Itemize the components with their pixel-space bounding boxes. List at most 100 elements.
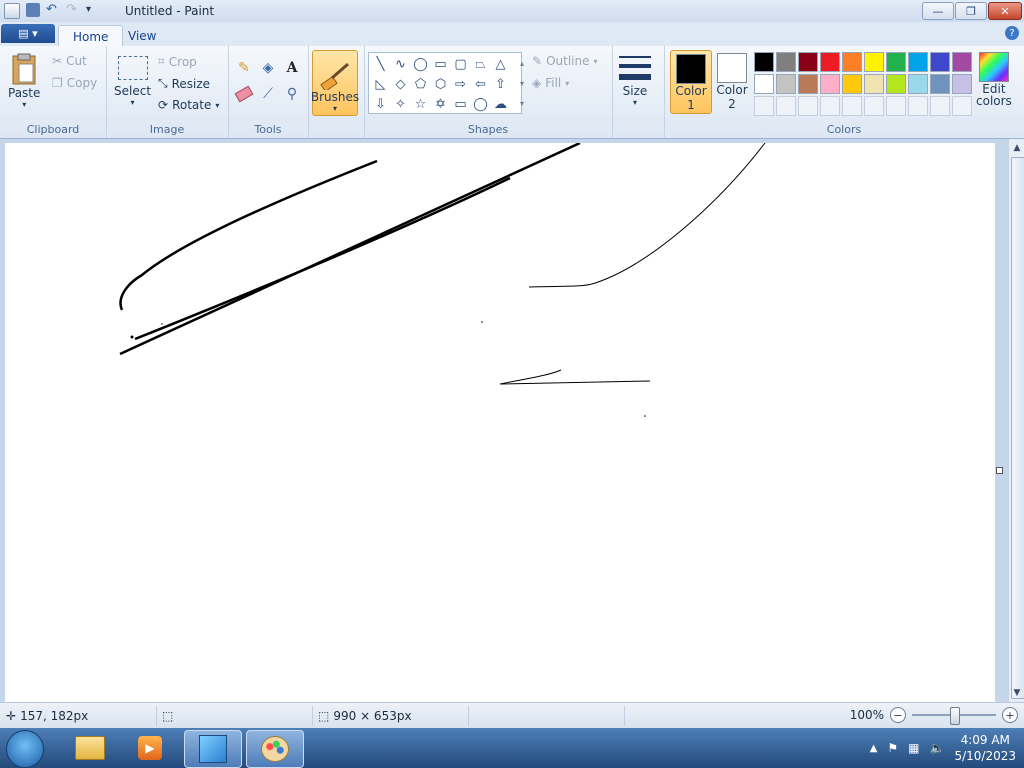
text-tool-icon[interactable]: A bbox=[282, 58, 302, 78]
palette-color-swatch[interactable] bbox=[908, 74, 928, 94]
scroll-down-icon[interactable]: ▼ bbox=[1012, 688, 1022, 698]
redo-icon[interactable]: ↷ bbox=[66, 3, 80, 17]
vertical-scrollbar[interactable]: ▲ ▼ bbox=[1008, 139, 1024, 702]
copy-button[interactable]: ❐ Copy bbox=[52, 76, 97, 90]
color2-button[interactable]: Color 2 bbox=[712, 50, 752, 112]
action-center-flag-icon[interactable]: ⚑ bbox=[887, 741, 898, 755]
palette-color-swatch[interactable] bbox=[930, 52, 950, 72]
custom-color-slot[interactable] bbox=[820, 96, 840, 116]
zoom-slider-thumb[interactable] bbox=[950, 707, 960, 725]
palette-color-swatch[interactable] bbox=[776, 52, 796, 72]
palette-color-swatch[interactable] bbox=[842, 74, 862, 94]
media-player-taskbar-button[interactable]: ▶ bbox=[122, 730, 178, 766]
fill-bucket-icon[interactable]: ◈ bbox=[258, 58, 278, 78]
palette-color-swatch[interactable] bbox=[842, 52, 862, 72]
undo-icon[interactable]: ↶ bbox=[46, 3, 60, 17]
color-picker-icon[interactable]: ⟋ bbox=[258, 84, 278, 104]
custom-color-slot[interactable] bbox=[842, 96, 862, 116]
zoom-out-button[interactable]: − bbox=[890, 707, 906, 723]
polygon-shape-icon[interactable]: ⏢ bbox=[471, 55, 490, 73]
five-point-star-shape-icon[interactable]: ☆ bbox=[411, 95, 430, 113]
triangle-shape-icon[interactable]: △ bbox=[491, 55, 510, 73]
custom-color-slot[interactable] bbox=[930, 96, 950, 116]
eraser-icon[interactable] bbox=[234, 84, 254, 104]
scroll-thumb[interactable] bbox=[1011, 157, 1024, 699]
paste-button[interactable]: Paste ▾ bbox=[8, 52, 40, 109]
network-app-taskbar-button[interactable] bbox=[184, 730, 242, 768]
custom-color-slot[interactable] bbox=[776, 96, 796, 116]
pencil-icon[interactable]: ✎ bbox=[234, 58, 254, 78]
custom-color-slot[interactable] bbox=[864, 96, 884, 116]
resize-button[interactable]: ⤡ Resize bbox=[158, 76, 210, 91]
outline-button[interactable]: ✎ Outline ▾ bbox=[532, 54, 598, 68]
cloud-callout-shape-icon[interactable]: ☁ bbox=[491, 95, 510, 113]
volume-icon[interactable]: 🔈 bbox=[930, 741, 945, 755]
palette-color-swatch[interactable] bbox=[798, 52, 818, 72]
select-button[interactable]: Select ▾ bbox=[114, 56, 151, 107]
diamond-shape-icon[interactable]: ◇ bbox=[391, 75, 410, 93]
up-arrow-shape-icon[interactable]: ⇧ bbox=[491, 75, 510, 93]
edit-colors-button[interactable]: Edit colors bbox=[976, 52, 1012, 108]
oval-shape-icon[interactable]: ◯ bbox=[411, 55, 430, 73]
palette-color-swatch[interactable] bbox=[908, 52, 928, 72]
size-button[interactable]: Size ▾ bbox=[618, 52, 652, 107]
close-button[interactable]: ✕ bbox=[988, 2, 1022, 20]
scroll-up-icon[interactable]: ▲ bbox=[1012, 143, 1022, 153]
palette-color-swatch[interactable] bbox=[820, 74, 840, 94]
palette-color-swatch[interactable] bbox=[952, 52, 972, 72]
shapes-scroll-icon[interactable]: ▴ ▾ ▾ bbox=[520, 54, 524, 114]
cut-button[interactable]: ✂ Cut bbox=[52, 54, 87, 68]
four-point-star-shape-icon[interactable]: ✧ bbox=[391, 95, 410, 113]
custom-color-slot[interactable] bbox=[908, 96, 928, 116]
customize-qat-icon[interactable]: ▾ bbox=[86, 3, 100, 17]
drawing-canvas[interactable] bbox=[5, 141, 1003, 702]
palette-color-swatch[interactable] bbox=[930, 74, 950, 94]
palette-color-swatch[interactable] bbox=[776, 74, 796, 94]
line-shape-icon[interactable]: ╲ bbox=[371, 55, 390, 73]
minimize-button[interactable]: — bbox=[922, 2, 954, 20]
rotate-button[interactable]: ⟳ Rotate ▾ bbox=[158, 98, 219, 112]
oval-callout-shape-icon[interactable]: ◯ bbox=[471, 95, 490, 113]
hexagon-shape-icon[interactable]: ⬡ bbox=[431, 75, 450, 93]
custom-color-slot[interactable] bbox=[952, 96, 972, 116]
rectangle-shape-icon[interactable]: ▭ bbox=[431, 55, 450, 73]
down-arrow-shape-icon[interactable]: ⇩ bbox=[371, 95, 390, 113]
zoom-in-button[interactable]: + bbox=[1002, 707, 1018, 723]
custom-color-slot[interactable] bbox=[798, 96, 818, 116]
brushes-button[interactable]: Brushes ▾ bbox=[311, 50, 359, 116]
color1-button[interactable]: Color 1 bbox=[670, 50, 712, 114]
curve-shape-icon[interactable]: ∿ bbox=[391, 55, 410, 73]
maximize-button[interactable]: ❐ bbox=[955, 2, 987, 20]
start-button[interactable] bbox=[6, 730, 44, 768]
right-arrow-shape-icon[interactable]: ⇨ bbox=[451, 75, 470, 93]
palette-color-swatch[interactable] bbox=[886, 52, 906, 72]
palette-color-swatch[interactable] bbox=[820, 52, 840, 72]
palette-color-swatch[interactable] bbox=[798, 74, 818, 94]
paint-taskbar-button[interactable] bbox=[246, 730, 304, 768]
palette-color-swatch[interactable] bbox=[886, 74, 906, 94]
file-menu-button[interactable]: ▤ ▾ bbox=[1, 24, 55, 43]
palette-color-swatch[interactable] bbox=[754, 52, 774, 72]
crop-button[interactable]: ⌗ Crop bbox=[158, 54, 197, 69]
show-hidden-icons-icon[interactable]: ▲ bbox=[870, 743, 878, 754]
pentagon-shape-icon[interactable]: ⬠ bbox=[411, 75, 430, 93]
palette-color-swatch[interactable] bbox=[754, 74, 774, 94]
palette-color-swatch[interactable] bbox=[864, 52, 884, 72]
clock[interactable]: 4:09 AM 5/10/2023 bbox=[954, 732, 1016, 764]
rect-callout-shape-icon[interactable]: ▭ bbox=[451, 95, 470, 113]
magnifier-icon[interactable]: ⚲ bbox=[282, 84, 302, 104]
palette-color-swatch[interactable] bbox=[952, 74, 972, 94]
custom-color-slot[interactable] bbox=[886, 96, 906, 116]
zoom-slider[interactable] bbox=[912, 707, 996, 725]
right-triangle-shape-icon[interactable]: ◺ bbox=[371, 75, 390, 93]
left-arrow-shape-icon[interactable]: ⇦ bbox=[471, 75, 490, 93]
network-icon[interactable]: ▦ bbox=[908, 741, 919, 755]
tab-view[interactable]: View bbox=[114, 25, 170, 46]
fill-button[interactable]: ◈ Fill ▾ bbox=[532, 76, 569, 90]
six-point-star-shape-icon[interactable]: ✡ bbox=[431, 95, 450, 113]
custom-color-slot[interactable] bbox=[754, 96, 774, 116]
explorer-taskbar-button[interactable] bbox=[62, 730, 118, 766]
rounded-rectangle-shape-icon[interactable]: ▢ bbox=[451, 55, 470, 73]
save-icon[interactable] bbox=[26, 3, 40, 17]
help-icon[interactable]: ? bbox=[1005, 26, 1019, 40]
